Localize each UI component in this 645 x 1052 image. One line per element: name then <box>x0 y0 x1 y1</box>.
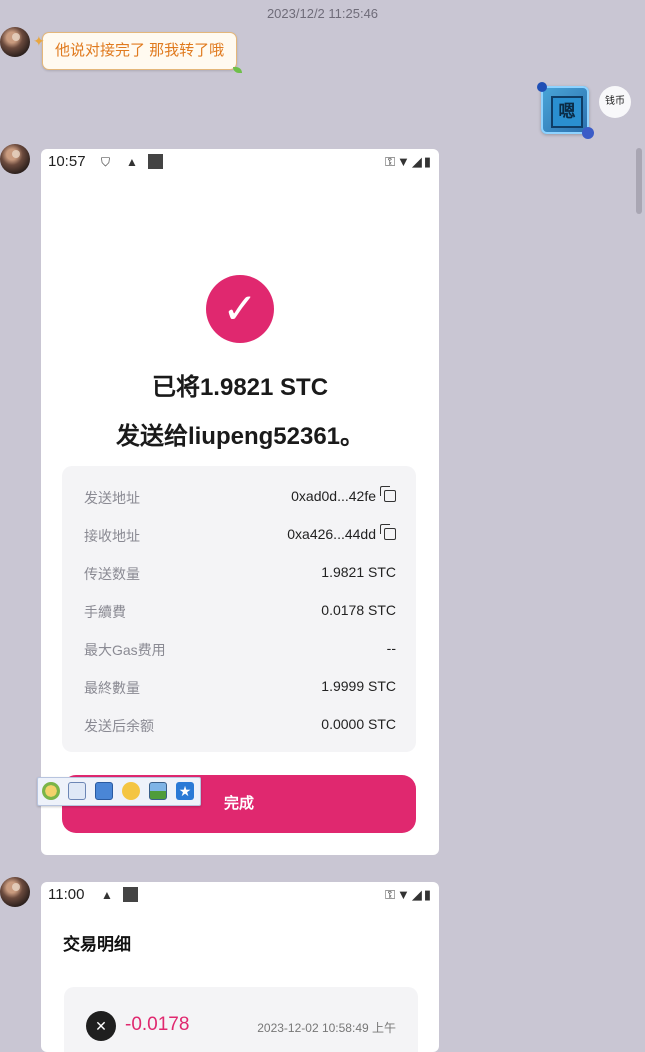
headline-line2: 发送给liupeng52361。 <box>115 423 365 450</box>
leaf-icon <box>233 67 243 73</box>
sender-avatar[interactable] <box>0 877 30 907</box>
detail-label: 手續費 <box>84 604 126 620</box>
save-icon[interactable] <box>68 782 86 800</box>
sticker-dot <box>582 127 594 139</box>
detail-value: 1.9821 STC <box>321 564 396 580</box>
signal-battery-icons: ⚿▼◢▮ <box>385 154 433 169</box>
copy-icon[interactable] <box>380 524 396 540</box>
detail-row: 接收地址 0xa426...44dd <box>84 524 396 546</box>
phone-status-bar: 11:00 ▲ ⚿▼◢▮ <box>41 882 439 908</box>
detail-label: 最終數量 <box>84 680 140 696</box>
emoji-icon[interactable] <box>42 782 60 800</box>
scrollbar-thumb[interactable] <box>636 148 642 214</box>
sender-avatar[interactable] <box>0 144 30 174</box>
image-message-transaction-detail[interactable]: 11:00 ▲ ⚿▼◢▮ 交易明细 ✕ -0.0178 2023-12-02 1… <box>41 882 439 1052</box>
detail-label: 最大Gas费用 <box>84 642 166 658</box>
detail-label: 发送后余额 <box>84 718 154 734</box>
detail-title: 交易明细 <box>63 935 131 954</box>
status-time: 11:00 <box>48 886 85 903</box>
image-icon[interactable] <box>149 782 167 800</box>
status-time: 10:57 <box>48 153 86 170</box>
detail-value: -- <box>386 640 396 656</box>
square-icon <box>148 154 163 169</box>
image-hover-toolbar: ★ <box>37 777 201 806</box>
detail-label: 发送地址 <box>84 490 140 506</box>
app-icon: ▲ <box>126 155 138 169</box>
transaction-datetime: 2023-12-02 10:58:49 上午 <box>257 1021 396 1035</box>
detail-label: 接收地址 <box>84 528 140 544</box>
detail-value: 0xad0d...42fe <box>291 488 376 504</box>
phone-status-bar: 10:57 ⛉ ▲ ⚿▼◢▮ <box>41 149 439 175</box>
success-check-icon: ✓ <box>206 275 274 343</box>
detail-label: 传送数量 <box>84 566 140 582</box>
incoming-message-text: 他说对接完了 那我转了哦 <box>55 42 225 59</box>
detail-row: 传送数量 1.9821 STC <box>84 564 396 584</box>
sticker-dot <box>537 82 547 92</box>
self-avatar[interactable]: 钱币 <box>599 86 631 118</box>
sparkle-icon: ✦ <box>33 33 45 49</box>
detail-row: 最大Gas费用 -- <box>84 640 396 660</box>
transfer-details-box: 发送地址 0xad0d...42fe 接收地址 0xa426...44dd 传送… <box>62 466 416 752</box>
signal-battery-icons: ⚿▼◢▮ <box>385 887 433 902</box>
smile-icon[interactable] <box>122 782 140 800</box>
detail-row: 手續費 0.0178 STC <box>84 602 396 622</box>
detail-value: 0xa426...44dd <box>287 526 376 542</box>
detail-row: 发送地址 0xad0d...42fe <box>84 486 396 508</box>
detail-value: 1.9999 STC <box>321 678 396 694</box>
token-logo-icon: ✕ <box>86 1011 116 1041</box>
headline-line1: 已将1.9821 STC <box>151 374 329 401</box>
detail-value: 0.0000 STC <box>321 716 396 732</box>
sender-avatar[interactable] <box>0 27 30 57</box>
copy-icon[interactable] <box>380 486 396 502</box>
chat-timestamp: 2023/12/2 11:25:46 <box>266 6 379 21</box>
app-icon: ▲ <box>101 888 113 902</box>
incoming-message-bubble[interactable]: ✦ 他说对接完了 那我转了哦 <box>33 32 243 73</box>
sticker-label: 嗯 <box>551 96 583 128</box>
detail-row: 发送后余额 0.0000 STC <box>84 716 396 736</box>
detail-value: 0.0178 STC <box>321 602 396 618</box>
image-message-transfer-success[interactable]: 10:57 ⛉ ▲ ⚿▼◢▮ ✓ 已将1.9821 STC 发送给liupeng… <box>41 149 439 855</box>
transaction-amount: -0.0178 <box>125 1014 190 1035</box>
square-icon <box>123 887 138 902</box>
screen-icon[interactable] <box>95 782 113 800</box>
sticker-message[interactable]: 嗯 <box>537 82 594 139</box>
detail-row: 最終數量 1.9999 STC <box>84 678 396 698</box>
shield-icon: ⛉ <box>101 155 111 169</box>
transaction-card: ✕ -0.0178 2023-12-02 10:58:49 上午 <box>64 987 418 1052</box>
star-icon[interactable]: ★ <box>176 782 194 800</box>
